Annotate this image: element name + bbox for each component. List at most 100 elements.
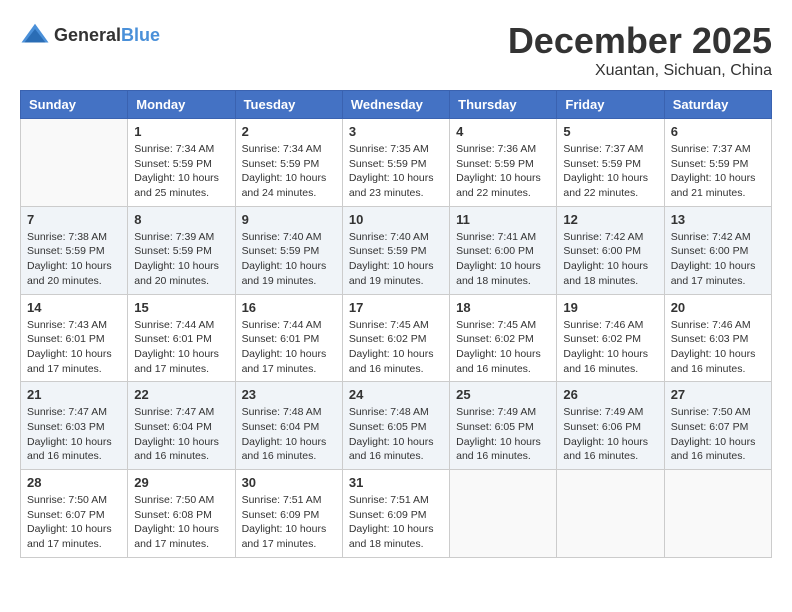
day-number: 28 xyxy=(27,475,121,490)
day-number: 2 xyxy=(242,124,336,139)
day-number: 22 xyxy=(134,387,228,402)
calendar-day-cell: 2Sunrise: 7:34 AM Sunset: 5:59 PM Daylig… xyxy=(235,119,342,207)
weekday-header-row: SundayMondayTuesdayWednesdayThursdayFrid… xyxy=(21,91,772,119)
calendar-day-cell: 5 Sunrise: 7:37 AM Sunset: 5:59 PM Daylig… xyxy=(557,119,664,207)
calendar-day-cell: 26 Sunrise: 7:49 AM Sunset: 6:06 PM Dayli… xyxy=(557,382,664,470)
day-info: Sunrise: 7:39 AM Sunset: 5:59 PM Dayligh… xyxy=(134,230,228,289)
weekday-header-wednesday: Wednesday xyxy=(342,91,449,119)
title-block: December 2025 Xuantan, Sichuan, China xyxy=(508,20,772,80)
logo-general: General xyxy=(54,25,121,45)
day-info: Sunrise: 7:37 AM Sunset: 5:59 PM Dayligh… xyxy=(671,142,765,201)
calendar-day-cell: 30 Sunrise: 7:51 AM Sunset: 6:09 PM Dayli… xyxy=(235,470,342,558)
calendar-day-cell: 1 Sunrise: 7:34 AM Sunset: 5:59 PM Daylig… xyxy=(128,119,235,207)
day-number: 7 xyxy=(27,212,121,227)
calendar-day-cell: 13 Sunrise: 7:42 AM Sunset: 6:00 PM Dayli… xyxy=(664,206,771,294)
day-number: 19 xyxy=(563,300,657,315)
calendar-day-cell: 4 Sunrise: 7:36 AM Sunset: 5:59 PM Daylig… xyxy=(450,119,557,207)
day-info: Sunrise: 7:34 AM Sunset: 5:59 PM Dayligh… xyxy=(134,142,228,201)
day-number: 14 xyxy=(27,300,121,315)
day-number: 16 xyxy=(242,300,336,315)
day-number: 4 xyxy=(456,124,550,139)
weekday-header-tuesday: Tuesday xyxy=(235,91,342,119)
day-number: 6 xyxy=(671,124,765,139)
day-info: Sunrise: 7:50 AM Sunset: 6:07 PM Dayligh… xyxy=(27,493,121,552)
day-number: 17 xyxy=(349,300,443,315)
day-info: Sunrise: 7:36 AM Sunset: 5:59 PM Dayligh… xyxy=(456,142,550,201)
calendar-week-row: 21 Sunrise: 7:47 AM Sunset: 6:03 PM Dayli… xyxy=(21,382,772,470)
day-number: 24 xyxy=(349,387,443,402)
day-info: Sunrise: 7:38 AM Sunset: 5:59 PM Dayligh… xyxy=(27,230,121,289)
day-info: Sunrise: 7:49 AM Sunset: 6:06 PM Dayligh… xyxy=(563,405,657,464)
calendar-day-cell: 7 Sunrise: 7:38 AM Sunset: 5:59 PM Daylig… xyxy=(21,206,128,294)
day-number: 21 xyxy=(27,387,121,402)
day-number: 13 xyxy=(671,212,765,227)
day-info: Sunrise: 7:48 AM Sunset: 6:05 PM Dayligh… xyxy=(349,405,443,464)
day-info: Sunrise: 7:42 AM Sunset: 6:00 PM Dayligh… xyxy=(563,230,657,289)
calendar-day-cell: 25Sunrise: 7:49 AM Sunset: 6:05 PM Dayli… xyxy=(450,382,557,470)
calendar-day-cell: 22 Sunrise: 7:47 AM Sunset: 6:04 PM Dayli… xyxy=(128,382,235,470)
weekday-header-friday: Friday xyxy=(557,91,664,119)
day-info: Sunrise: 7:40 AM Sunset: 5:59 PM Dayligh… xyxy=(242,230,336,289)
day-info: Sunrise: 7:35 AM Sunset: 5:59 PM Dayligh… xyxy=(349,142,443,201)
calendar-day-cell: 31 Sunrise: 7:51 AM Sunset: 6:09 PM Dayli… xyxy=(342,470,449,558)
day-number: 23 xyxy=(242,387,336,402)
day-number: 9 xyxy=(242,212,336,227)
calendar-day-cell: 17Sunrise: 7:45 AM Sunset: 6:02 PM Dayli… xyxy=(342,294,449,382)
day-info: Sunrise: 7:43 AM Sunset: 6:01 PM Dayligh… xyxy=(27,318,121,377)
calendar-week-row: 14 Sunrise: 7:43 AM Sunset: 6:01 PM Dayli… xyxy=(21,294,772,382)
day-number: 5 xyxy=(563,124,657,139)
day-number: 8 xyxy=(134,212,228,227)
day-info: Sunrise: 7:42 AM Sunset: 6:00 PM Dayligh… xyxy=(671,230,765,289)
day-number: 1 xyxy=(134,124,228,139)
day-number: 10 xyxy=(349,212,443,227)
calendar-table: SundayMondayTuesdayWednesdayThursdayFrid… xyxy=(20,90,772,558)
calendar-day-cell: 14 Sunrise: 7:43 AM Sunset: 6:01 PM Dayli… xyxy=(21,294,128,382)
calendar-day-cell: 21 Sunrise: 7:47 AM Sunset: 6:03 PM Dayli… xyxy=(21,382,128,470)
calendar-day-cell: 19 Sunrise: 7:46 AM Sunset: 6:02 PM Dayli… xyxy=(557,294,664,382)
day-info: Sunrise: 7:51 AM Sunset: 6:09 PM Dayligh… xyxy=(242,493,336,552)
calendar-day-cell: 28 Sunrise: 7:50 AM Sunset: 6:07 PM Dayli… xyxy=(21,470,128,558)
day-number: 30 xyxy=(242,475,336,490)
day-number: 3 xyxy=(349,124,443,139)
calendar-week-row: 1 Sunrise: 7:34 AM Sunset: 5:59 PM Daylig… xyxy=(21,119,772,207)
calendar-day-cell: 15Sunrise: 7:44 AM Sunset: 6:01 PM Dayli… xyxy=(128,294,235,382)
calendar-day-cell xyxy=(664,470,771,558)
calendar-day-cell: 12 Sunrise: 7:42 AM Sunset: 6:00 PM Dayli… xyxy=(557,206,664,294)
weekday-header-saturday: Saturday xyxy=(664,91,771,119)
calendar-day-cell: 18 Sunrise: 7:45 AM Sunset: 6:02 PM Dayli… xyxy=(450,294,557,382)
calendar-day-cell: 6 Sunrise: 7:37 AM Sunset: 5:59 PM Daylig… xyxy=(664,119,771,207)
day-info: Sunrise: 7:51 AM Sunset: 6:09 PM Dayligh… xyxy=(349,493,443,552)
day-info: Sunrise: 7:37 AM Sunset: 5:59 PM Dayligh… xyxy=(563,142,657,201)
day-number: 12 xyxy=(563,212,657,227)
day-info: Sunrise: 7:50 AM Sunset: 6:08 PM Dayligh… xyxy=(134,493,228,552)
day-number: 15 xyxy=(134,300,228,315)
calendar-day-cell xyxy=(557,470,664,558)
month-title: December 2025 xyxy=(508,20,772,62)
logo-blue: Blue xyxy=(121,25,160,45)
day-number: 29 xyxy=(134,475,228,490)
calendar-day-cell: 20Sunrise: 7:46 AM Sunset: 6:03 PM Dayli… xyxy=(664,294,771,382)
calendar-day-cell: 8 Sunrise: 7:39 AM Sunset: 5:59 PM Daylig… xyxy=(128,206,235,294)
day-number: 27 xyxy=(671,387,765,402)
calendar-week-row: 7 Sunrise: 7:38 AM Sunset: 5:59 PM Daylig… xyxy=(21,206,772,294)
day-info: Sunrise: 7:46 AM Sunset: 6:03 PM Dayligh… xyxy=(671,318,765,377)
calendar-day-cell: 16Sunrise: 7:44 AM Sunset: 6:01 PM Dayli… xyxy=(235,294,342,382)
calendar-day-cell: 9 Sunrise: 7:40 AM Sunset: 5:59 PM Daylig… xyxy=(235,206,342,294)
logo-icon xyxy=(20,20,50,50)
calendar-day-cell: 24 Sunrise: 7:48 AM Sunset: 6:05 PM Dayli… xyxy=(342,382,449,470)
page-header: GeneralBlue December 2025 Xuantan, Sichu… xyxy=(20,20,772,80)
day-info: Sunrise: 7:46 AM Sunset: 6:02 PM Dayligh… xyxy=(563,318,657,377)
day-number: 26 xyxy=(563,387,657,402)
day-info: Sunrise: 7:47 AM Sunset: 6:03 PM Dayligh… xyxy=(27,405,121,464)
calendar-day-cell: 3 Sunrise: 7:35 AM Sunset: 5:59 PM Daylig… xyxy=(342,119,449,207)
calendar-day-cell xyxy=(21,119,128,207)
day-info: Sunrise: 7:45 AM Sunset: 6:02 PM Dayligh… xyxy=(456,318,550,377)
day-number: 18 xyxy=(456,300,550,315)
day-number: 31 xyxy=(349,475,443,490)
calendar-day-cell: 27Sunrise: 7:50 AM Sunset: 6:07 PM Dayli… xyxy=(664,382,771,470)
day-info: Sunrise: 7:41 AM Sunset: 6:00 PM Dayligh… xyxy=(456,230,550,289)
logo: GeneralBlue xyxy=(20,20,160,50)
calendar-day-cell: 11Sunrise: 7:41 AM Sunset: 6:00 PM Dayli… xyxy=(450,206,557,294)
calendar-week-row: 28 Sunrise: 7:50 AM Sunset: 6:07 PM Dayli… xyxy=(21,470,772,558)
day-info: Sunrise: 7:47 AM Sunset: 6:04 PM Dayligh… xyxy=(134,405,228,464)
